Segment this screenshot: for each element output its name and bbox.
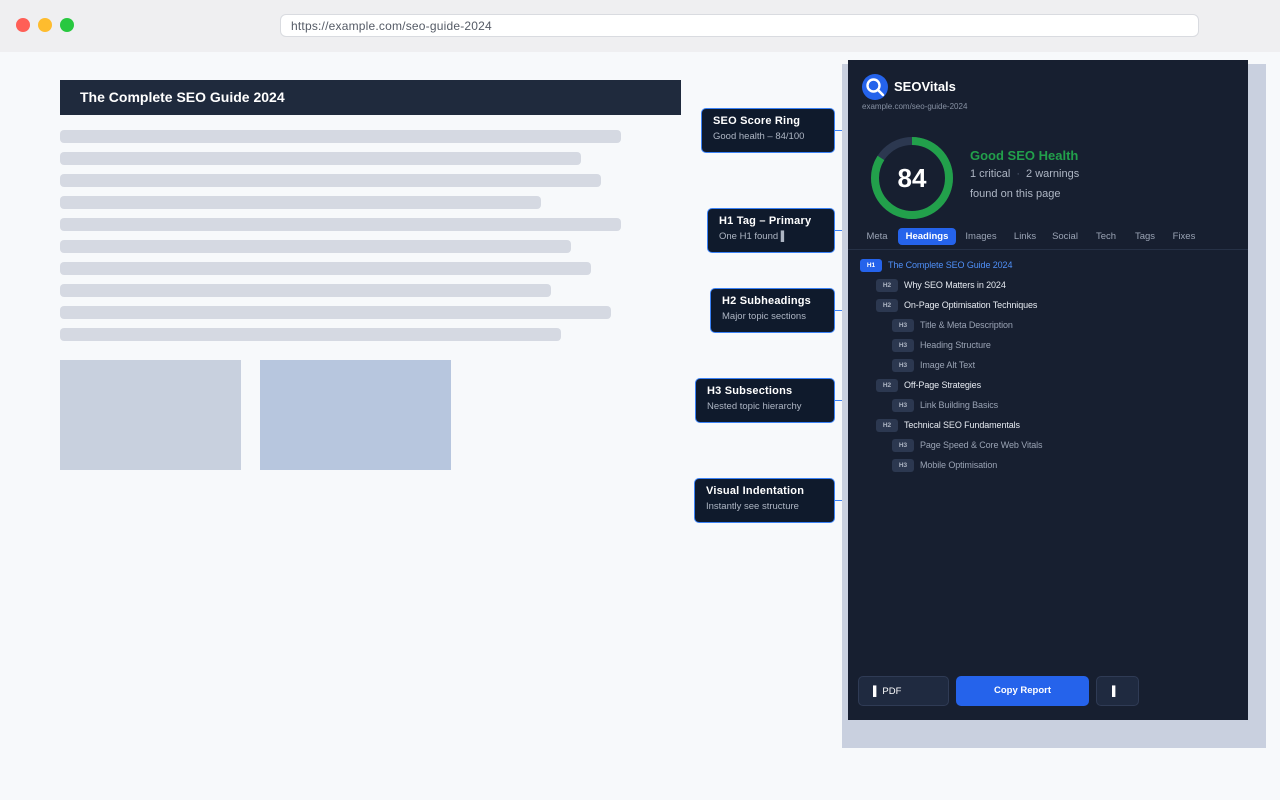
- skeleton-line: [60, 218, 621, 231]
- heading-text: Link Building Basics: [920, 400, 999, 410]
- found-label: found on this page: [970, 188, 1061, 200]
- close-window-button[interactable]: [16, 18, 30, 32]
- skeleton-line: [60, 196, 541, 209]
- heading-row-h2[interactable]: H2 Off-Page Strategies: [876, 378, 981, 392]
- heading-text: Page Speed & Core Web Vitals: [920, 440, 1043, 450]
- health-label: Good SEO Health: [970, 148, 1079, 163]
- copy-report-button[interactable]: Copy Report: [956, 676, 1089, 706]
- heading-row-h3[interactable]: H3 Page Speed & Core Web Vitals: [892, 438, 1043, 452]
- heading-row-h2[interactable]: H2 Why SEO Matters in 2024: [876, 278, 1006, 292]
- heading-row-h3[interactable]: H3 Mobile Optimisation: [892, 458, 997, 472]
- image-placeholder: [60, 360, 241, 470]
- heading-level-badge: H3: [892, 438, 914, 452]
- tab-tech[interactable]: Tech: [1090, 228, 1122, 245]
- skeleton-line: [60, 306, 611, 319]
- callout-title: H2 Subheadings: [722, 295, 811, 307]
- heading-row-h3[interactable]: H3 Image Alt Text: [892, 358, 975, 372]
- heading-level-badge: H2: [876, 378, 898, 392]
- tab-links[interactable]: Links: [1006, 228, 1044, 245]
- heading-text: The Complete SEO Guide 2024: [888, 260, 1013, 270]
- heading-level-badge: H2: [876, 418, 898, 432]
- heading-level-badge: H2: [876, 298, 898, 312]
- skeleton-line: [60, 174, 601, 187]
- callout-subtitle: Major topic sections: [722, 311, 806, 322]
- heading-row-h3[interactable]: H3 Title & Meta Description: [892, 318, 1013, 332]
- heading-level-badge: H3: [892, 398, 914, 412]
- callout-h3-subsections: H3 Subsections Nested topic hierarchy: [695, 378, 835, 423]
- panel-tabs: Meta Headings Images Links Social Tech T…: [848, 228, 1248, 250]
- skeleton-line: [60, 240, 571, 253]
- heading-level-badge: H2: [876, 278, 898, 292]
- heading-level-badge: H3: [892, 458, 914, 472]
- heading-row-h2[interactable]: H2 On-Page Optimisation Techniques: [876, 298, 1037, 312]
- heading-text: On-Page Optimisation Techniques: [904, 300, 1038, 310]
- seovitals-panel: SEOVitals example.com/seo-guide-2024 84 …: [848, 60, 1248, 720]
- maximize-window-button[interactable]: [60, 18, 74, 32]
- callout-score-ring: SEO Score Ring Good health – 84/100: [701, 108, 835, 153]
- heading-row-h1[interactable]: H1 The Complete SEO Guide 2024: [860, 258, 1012, 272]
- browser-chrome: https://example.com/seo-guide-2024: [0, 0, 1280, 52]
- heading-level-badge: H1: [860, 258, 882, 272]
- callout-visual-indentation: Visual Indentation Instantly see structu…: [694, 478, 835, 523]
- separator: ·: [1016, 168, 1021, 180]
- warning-count: 2 warnings: [1026, 168, 1080, 180]
- seo-score-value: 84: [897, 163, 927, 193]
- heading-level-badge: H3: [892, 318, 914, 332]
- callout-subtitle: Good health – 84/100: [713, 131, 805, 142]
- heading-row-h3[interactable]: H3 Link Building Basics: [892, 398, 998, 412]
- tab-tags[interactable]: Tags: [1128, 228, 1162, 245]
- brand-name: SEOVitals: [894, 79, 956, 94]
- image-placeholder: [260, 360, 451, 470]
- heading-text: Heading Structure: [920, 340, 991, 350]
- heading-text: Title & Meta Description: [920, 320, 1013, 330]
- heading-level-badge: H3: [892, 338, 914, 352]
- magnifier-logo-icon: [862, 74, 888, 100]
- heading-level-badge: H3: [892, 358, 914, 372]
- heading-text: Technical SEO Fundamentals: [904, 420, 1020, 430]
- skeleton-line: [60, 130, 621, 143]
- more-options-button[interactable]: ▌: [1096, 676, 1139, 706]
- analyzed-url: example.com/seo-guide-2024: [862, 102, 968, 111]
- heading-row-h3[interactable]: H3 Heading Structure: [892, 338, 991, 352]
- address-bar[interactable]: https://example.com/seo-guide-2024: [280, 14, 1199, 37]
- skeleton-line: [60, 262, 591, 275]
- callout-subtitle: One H1 found ▌: [719, 231, 788, 242]
- issue-summary: 1 critical · 2 warnings: [970, 168, 1079, 180]
- callout-title: Visual Indentation: [706, 485, 805, 497]
- critical-count: 1 critical: [970, 168, 1011, 180]
- heading-row-h2[interactable]: H2 Technical SEO Fundamentals: [876, 418, 1020, 432]
- callout-title: H3 Subsections: [707, 385, 793, 397]
- callout-title: H1 Tag – Primary: [719, 215, 812, 227]
- heading-text: Why SEO Matters in 2024: [904, 280, 1006, 290]
- callout-title: SEO Score Ring: [713, 115, 801, 127]
- page-title: The Complete SEO Guide 2024: [60, 80, 681, 115]
- tab-meta[interactable]: Meta: [858, 228, 896, 245]
- minimize-window-button[interactable]: [38, 18, 52, 32]
- heading-text: Mobile Optimisation: [920, 460, 998, 470]
- tab-social[interactable]: Social: [1047, 228, 1083, 245]
- callout-subtitle: Instantly see structure: [706, 501, 799, 512]
- tab-images[interactable]: Images: [960, 228, 1002, 245]
- callout-subtitle: Nested topic hierarchy: [707, 401, 802, 412]
- heading-text: Off-Page Strategies: [904, 380, 981, 390]
- heading-text: Image Alt Text: [920, 360, 975, 370]
- tab-fixes[interactable]: Fixes: [1166, 228, 1202, 245]
- callout-h2-subheadings: H2 Subheadings Major topic sections: [710, 288, 835, 333]
- skeleton-line: [60, 328, 561, 341]
- tab-headings[interactable]: Headings: [898, 228, 956, 245]
- callout-h1-tag: H1 Tag – Primary One H1 found ▌: [707, 208, 835, 253]
- skeleton-line: [60, 152, 581, 165]
- export-pdf-button[interactable]: ▌ PDF: [858, 676, 949, 706]
- skeleton-line: [60, 284, 551, 297]
